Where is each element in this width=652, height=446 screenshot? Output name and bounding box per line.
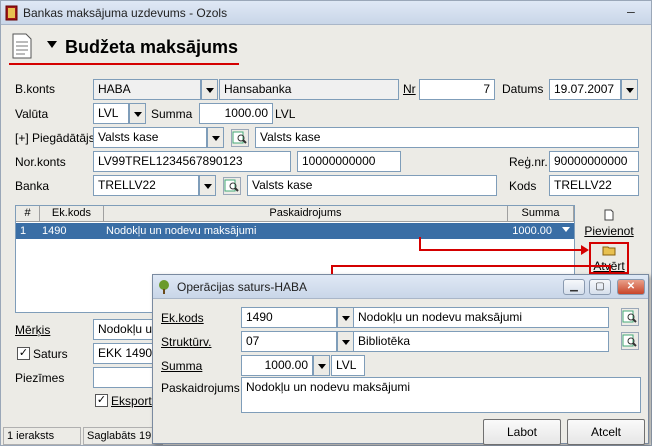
new-document-icon (604, 209, 614, 221)
banka-search-icon[interactable] (223, 177, 241, 195)
pievienot-button[interactable]: Pievienot (581, 209, 637, 239)
arrow-head-icon (581, 245, 589, 255)
ekkods-lookup-icon[interactable] (621, 308, 639, 326)
row-num: 1 (20, 225, 27, 237)
dialog-struktv-field[interactable]: 07 (241, 331, 337, 352)
dialog-summa-dropdown[interactable] (313, 355, 330, 376)
document-icon (12, 33, 32, 59)
dialog-struktv-name-field[interactable]: Bibliotēka (353, 331, 609, 352)
title-underline (9, 63, 239, 65)
regnr-field[interactable]: 90000000000 (549, 151, 639, 172)
app-icon (5, 5, 18, 21)
bank-name-field: Hansabanka (219, 79, 399, 100)
arrow-line (331, 265, 611, 267)
page-title: Budžeta maksājums (65, 37, 239, 57)
banka-field[interactable]: TRELLV22 (93, 175, 199, 196)
struktv-lookup-icon[interactable] (621, 332, 639, 350)
dialog-ekkods-label: Ek.kods (161, 311, 204, 325)
table-row[interactable]: 1 1490 Nodokļu un nodevu maksājumi 1000.… (16, 223, 574, 239)
valuta-dropdown[interactable] (129, 103, 146, 124)
datums-field[interactable]: 19.07.2007 (549, 79, 621, 100)
banka-dropdown[interactable] (199, 175, 216, 196)
arrow-line (419, 249, 583, 251)
row-dropdown-icon[interactable] (562, 227, 570, 232)
row-summa: 1000.00 (512, 225, 552, 237)
col-header-num[interactable]: # (16, 206, 40, 222)
valuta-label: Valūta (15, 107, 49, 121)
row-paskaidrojums: Nodokļu un nodevu maksājumi (106, 225, 257, 237)
bkonts-field[interactable]: HABA (93, 79, 201, 100)
piegadatajs-field[interactable]: Valsts kase (93, 127, 207, 148)
dialog-title-bar: Operācijas saturs-HABA ▁ ▢ ✕ (153, 275, 648, 299)
dialog-paskaidrojums-label: Paskaidrojums (161, 381, 240, 395)
bkonts-dropdown[interactable] (201, 79, 218, 100)
kods-field[interactable]: TRELLV22 (549, 175, 639, 196)
window-title: Bankas maksājuma uzdevums - Ozols (23, 6, 228, 20)
nr-field[interactable]: 7 (419, 79, 495, 100)
eksportet-checkbox[interactable]: ✓ (95, 394, 108, 407)
saturs-label: Saturs (33, 347, 68, 361)
dialog-summa-label: Summa (161, 359, 203, 373)
regnr-label: Reģ.nr. (509, 155, 548, 169)
dialog-ekkods-field[interactable]: 1490 (241, 307, 337, 328)
banka-label: Banka (15, 179, 50, 193)
summa-currency: LVL (275, 107, 296, 121)
status-count: 1 ieraksts (3, 427, 81, 445)
close-icon[interactable]: ✕ (617, 279, 645, 295)
minimize-icon[interactable]: ▁ (563, 279, 585, 295)
saturs-checkbox[interactable]: ✓ (17, 347, 30, 360)
search-icon[interactable] (231, 129, 249, 147)
header-dropdown-icon[interactable] (47, 41, 57, 48)
title-bar: Bankas maksājuma uzdevums - Ozols – (1, 1, 651, 25)
banka-name-field[interactable]: Valsts kase (247, 175, 497, 196)
pievienot-label: Pievienot (584, 224, 634, 238)
open-folder-icon (602, 246, 616, 256)
datums-label: Datums (502, 82, 544, 96)
piegadatajs-label[interactable]: [+] Piegādātājs (15, 131, 95, 145)
dialog-paskaidrojums-field[interactable]: Nodokļu un nodevu maksājumi (241, 377, 641, 413)
col-header-summa[interactable]: Summa (508, 206, 574, 222)
dialog-ekkods-dropdown[interactable] (337, 307, 354, 328)
piegadatajs-name-field[interactable]: Valsts kase (255, 127, 639, 148)
minimize-button[interactable]: – (627, 3, 635, 19)
dialog-struktv-dropdown[interactable] (337, 331, 354, 352)
valuta-field[interactable]: LVL (93, 103, 129, 124)
tree-icon (159, 280, 169, 294)
norkonts-label: Nor.konts (15, 155, 66, 169)
atcelt-button[interactable]: Atcelt (567, 419, 645, 445)
status-saved: Saglabāts 19.07 (83, 427, 163, 445)
piegadatajs-dropdown[interactable] (207, 127, 224, 148)
col-header-paskaidrojums[interactable]: Paskaidrojums (104, 206, 508, 222)
dialog-title: Operācijas saturs-HABA (177, 280, 308, 294)
summa-field[interactable]: 1000.00 (199, 103, 273, 124)
labot-button[interactable]: Labot (483, 419, 561, 445)
row-ekkods: 1490 (42, 225, 67, 237)
norkonts-extra-field[interactable]: 10000000000 (297, 151, 401, 172)
col-header-ekkods[interactable]: Ek.kods (40, 206, 104, 222)
dialog-summa-field[interactable]: 1000.00 (241, 355, 313, 376)
maximize-icon[interactable]: ▢ (589, 279, 611, 295)
dialog-struktv-label: Struktūrv. (161, 335, 212, 349)
dialog-currency-field[interactable]: LVL (331, 355, 365, 376)
piezimes-label: Piezīmes (15, 371, 65, 385)
operation-dialog: Operācijas saturs-HABA ▁ ▢ ✕ Ek.kods 149… (152, 274, 649, 445)
bkonts-label: B.konts (15, 82, 56, 96)
nr-label: Nr (403, 82, 416, 96)
norkonts-field[interactable]: LV99TREL1234567890123 (93, 151, 291, 172)
summa-label: Summa (151, 107, 193, 121)
kods-label: Kods (509, 179, 537, 193)
datums-dropdown[interactable] (621, 79, 638, 100)
merkis-label: Mērķis (15, 323, 51, 337)
dialog-ekkods-name-field[interactable]: Nodokļu un nodevu maksājumi (353, 307, 609, 328)
